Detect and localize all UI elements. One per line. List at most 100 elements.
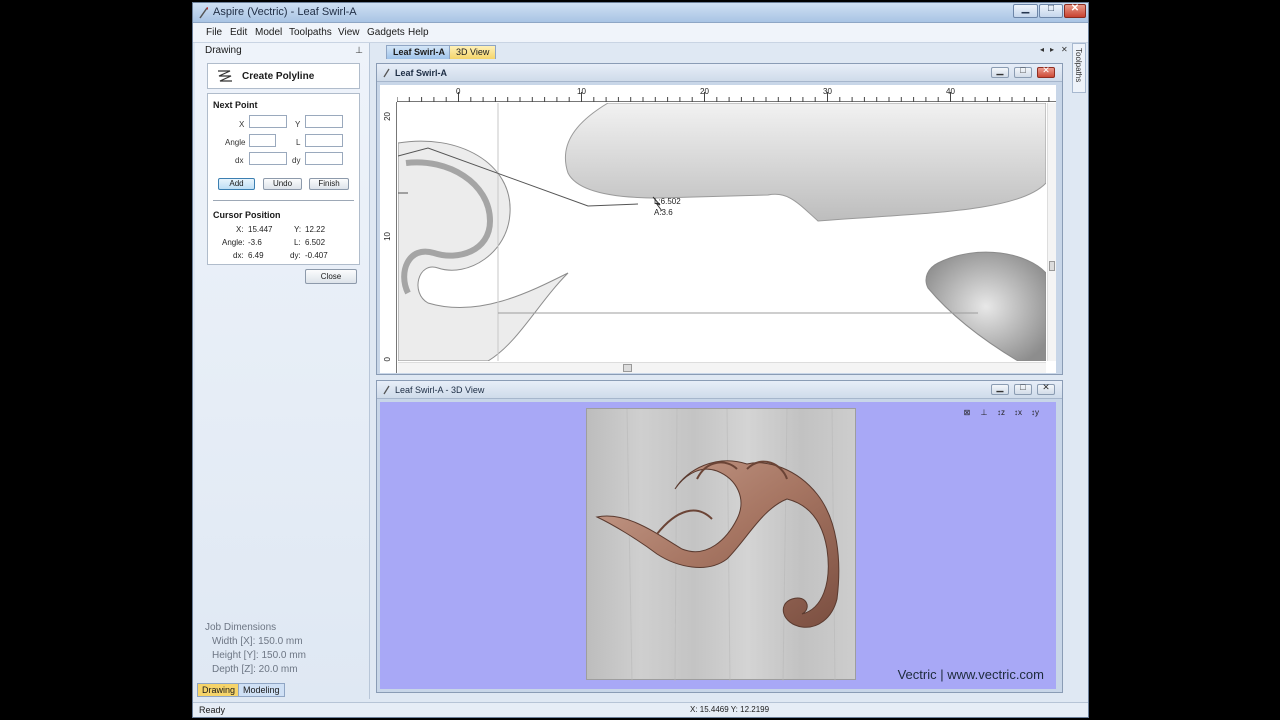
tab-prev-icon[interactable]: ◂ <box>1040 45 1044 54</box>
iso-icon[interactable]: ⊥ <box>977 406 991 420</box>
x-label: X <box>239 120 245 129</box>
cursor-x-value: 15.447 <box>248 225 273 234</box>
ruler-label: 40 <box>946 87 955 96</box>
menu-view[interactable]: View <box>338 27 360 38</box>
toolpaths-label: Toolpaths <box>1074 48 1083 83</box>
panel-header: Drawing ⊥ <box>195 43 369 59</box>
polyline-icon <box>218 70 232 82</box>
relief-drawing <box>398 103 1046 361</box>
status-bar: Ready X: 15.4469 Y: 12.2199 <box>193 702 1088 717</box>
menu-toolpaths[interactable]: Toolpaths <box>289 27 332 38</box>
cursor-l-label: L: <box>294 238 301 247</box>
y-label: Y <box>295 120 301 129</box>
cursor-y-label: Y: <box>294 225 302 234</box>
menu-help[interactable]: Help <box>408 27 429 38</box>
vertical-scrollbar[interactable] <box>1047 103 1056 361</box>
length-readout: L:6.502 <box>654 197 681 206</box>
l-input[interactable] <box>305 134 343 147</box>
cursor-dy-value: -0.407 <box>305 251 328 260</box>
tab-3d-view[interactable]: 3D View <box>449 45 497 59</box>
vertical-scroll-thumb[interactable] <box>1049 261 1055 271</box>
job-dimensions: Job Dimensions Width [X]: 150.0 mm Heigh… <box>205 621 306 677</box>
close-tool-button[interactable]: Close <box>305 269 357 284</box>
horizontal-ruler: 0 10 20 30 40 <box>397 85 1056 102</box>
tool-title: Create Polyline <box>242 71 315 82</box>
undo-button[interactable]: Undo <box>263 178 302 190</box>
pane-close-button[interactable]: ✕ <box>1037 382 1055 395</box>
ruler-label: 10 <box>383 232 392 241</box>
3d-viewport[interactable]: ⊠ ⊥ ↕z ↕x ↕y Vectric | www.vectric.com <box>380 402 1056 689</box>
status-coordinates: X: 15.4469 Y: 12.2199 <box>690 705 770 714</box>
cursor-dy-label: dy: <box>290 251 301 260</box>
cursor-l-value: 6.502 <box>305 238 326 247</box>
vertical-ruler: 20 10 0 <box>380 102 397 373</box>
horizontal-scroll-thumb[interactable] <box>623 364 632 372</box>
menu-gadgets[interactable]: Gadgets <box>367 27 405 38</box>
toolpaths-side-tab[interactable]: Toolpaths <box>1072 43 1086 93</box>
maximize-button[interactable]: □ <box>1039 3 1063 18</box>
cursor-dx-value: 6.49 <box>248 251 264 260</box>
pane-restore-button[interactable]: □ <box>1014 65 1032 78</box>
angle-input[interactable] <box>249 134 276 147</box>
y-input[interactable] <box>305 115 343 128</box>
cursor-y-value: 12.22 <box>305 225 326 234</box>
pane-app-icon <box>383 385 390 395</box>
pane-close-button[interactable]: ✕ <box>1037 65 1055 78</box>
drawing-canvas[interactable]: L:6.502 A:3.6 <box>398 103 1046 361</box>
tab-modeling[interactable]: Modeling <box>238 683 285 697</box>
app-window: Aspire (Vectric) - Leaf Swirl-A ▁ □ ✕ Fi… <box>192 2 1089 718</box>
ruler-label: 10 <box>577 87 586 96</box>
drawing-view-pane: Leaf Swirl-A ▁ □ ✕ 0 10 20 30 40 20 10 0 <box>376 63 1063 375</box>
wood-board <box>586 408 856 682</box>
x-view-icon[interactable]: ↕x <box>1011 406 1025 420</box>
dy-label: dy <box>292 156 301 165</box>
title-bar: Aspire (Vectric) - Leaf Swirl-A ▁ □ ✕ <box>193 3 1088 23</box>
leaf-carving <box>595 408 840 682</box>
drawing-canvas-area[interactable]: 0 10 20 30 40 20 10 0 L:6.502 A:3.6 <box>380 85 1056 373</box>
tab-leaf-swirl[interactable]: Leaf Swirl-A <box>386 45 453 59</box>
fit-icon[interactable]: ⊠ <box>960 406 974 420</box>
panel-title: Drawing <box>205 45 242 56</box>
vectric-brand: Vectric | www.vectric.com <box>897 667 1044 682</box>
menu-bar: File Edit Model Toolpaths View Gadgets H… <box>193 23 1088 43</box>
tab-drawing[interactable]: Drawing <box>197 683 241 697</box>
dy-input[interactable] <box>305 152 343 165</box>
3d-pane-header: Leaf Swirl-A - 3D View ▁ □ ✕ <box>377 381 1062 399</box>
finish-button[interactable]: Finish <box>309 178 349 190</box>
document-tabs: Leaf Swirl-A 3D View ◂ ▸ ✕ <box>373 43 1068 59</box>
pane-restore-button[interactable]: □ <box>1014 382 1032 395</box>
menu-file[interactable]: File <box>206 27 222 38</box>
window-title: Aspire (Vectric) - Leaf Swirl-A <box>213 6 357 18</box>
3d-pane-title: Leaf Swirl-A - 3D View <box>395 385 485 395</box>
pane-minimize-button[interactable]: ▁ <box>991 382 1009 395</box>
cursor-dx-label: dx: <box>233 251 244 260</box>
add-button[interactable]: Add <box>218 178 255 190</box>
next-point-title: Next Point <box>213 100 258 110</box>
tab-close-icon[interactable]: ✕ <box>1061 45 1068 54</box>
menu-model[interactable]: Model <box>255 27 282 38</box>
next-point-form: Next Point X Y Angle L dx dy Add Undo Fi… <box>207 93 360 265</box>
dx-label: dx <box>235 156 244 165</box>
close-button[interactable]: ✕ <box>1064 3 1086 18</box>
tab-next-icon[interactable]: ▸ <box>1050 45 1054 54</box>
x-input[interactable] <box>249 115 287 128</box>
drawing-pane-title: Leaf Swirl-A <box>395 68 448 78</box>
pane-minimize-button[interactable]: ▁ <box>991 65 1009 78</box>
ruler-label: 0 <box>456 87 461 96</box>
pin-icon[interactable]: ⊥ <box>355 45 363 56</box>
y-view-icon[interactable]: ↕y <box>1028 406 1042 420</box>
job-height: Height [Y]: 150.0 mm <box>212 650 306 661</box>
ruler-label: 20 <box>383 112 392 121</box>
horizontal-scrollbar[interactable] <box>398 362 1046 373</box>
job-depth: Depth [Z]: 20.0 mm <box>212 664 298 675</box>
ruler-label: 0 <box>383 357 392 362</box>
minimize-button[interactable]: ▁ <box>1013 3 1038 18</box>
cursor-angle-label: Angle: <box>222 238 245 247</box>
menu-edit[interactable]: Edit <box>230 27 247 38</box>
tool-header: Create Polyline <box>207 63 360 89</box>
3d-view-pane: Leaf Swirl-A - 3D View ▁ □ ✕ ⊠ ⊥ ↕z ↕x ↕… <box>376 380 1063 693</box>
drawing-pane-header: Leaf Swirl-A ▁ □ ✕ <box>377 64 1062 82</box>
dx-input[interactable] <box>249 152 287 165</box>
cursor-x-label: X: <box>236 225 244 234</box>
z-view-icon[interactable]: ↕z <box>994 406 1008 420</box>
